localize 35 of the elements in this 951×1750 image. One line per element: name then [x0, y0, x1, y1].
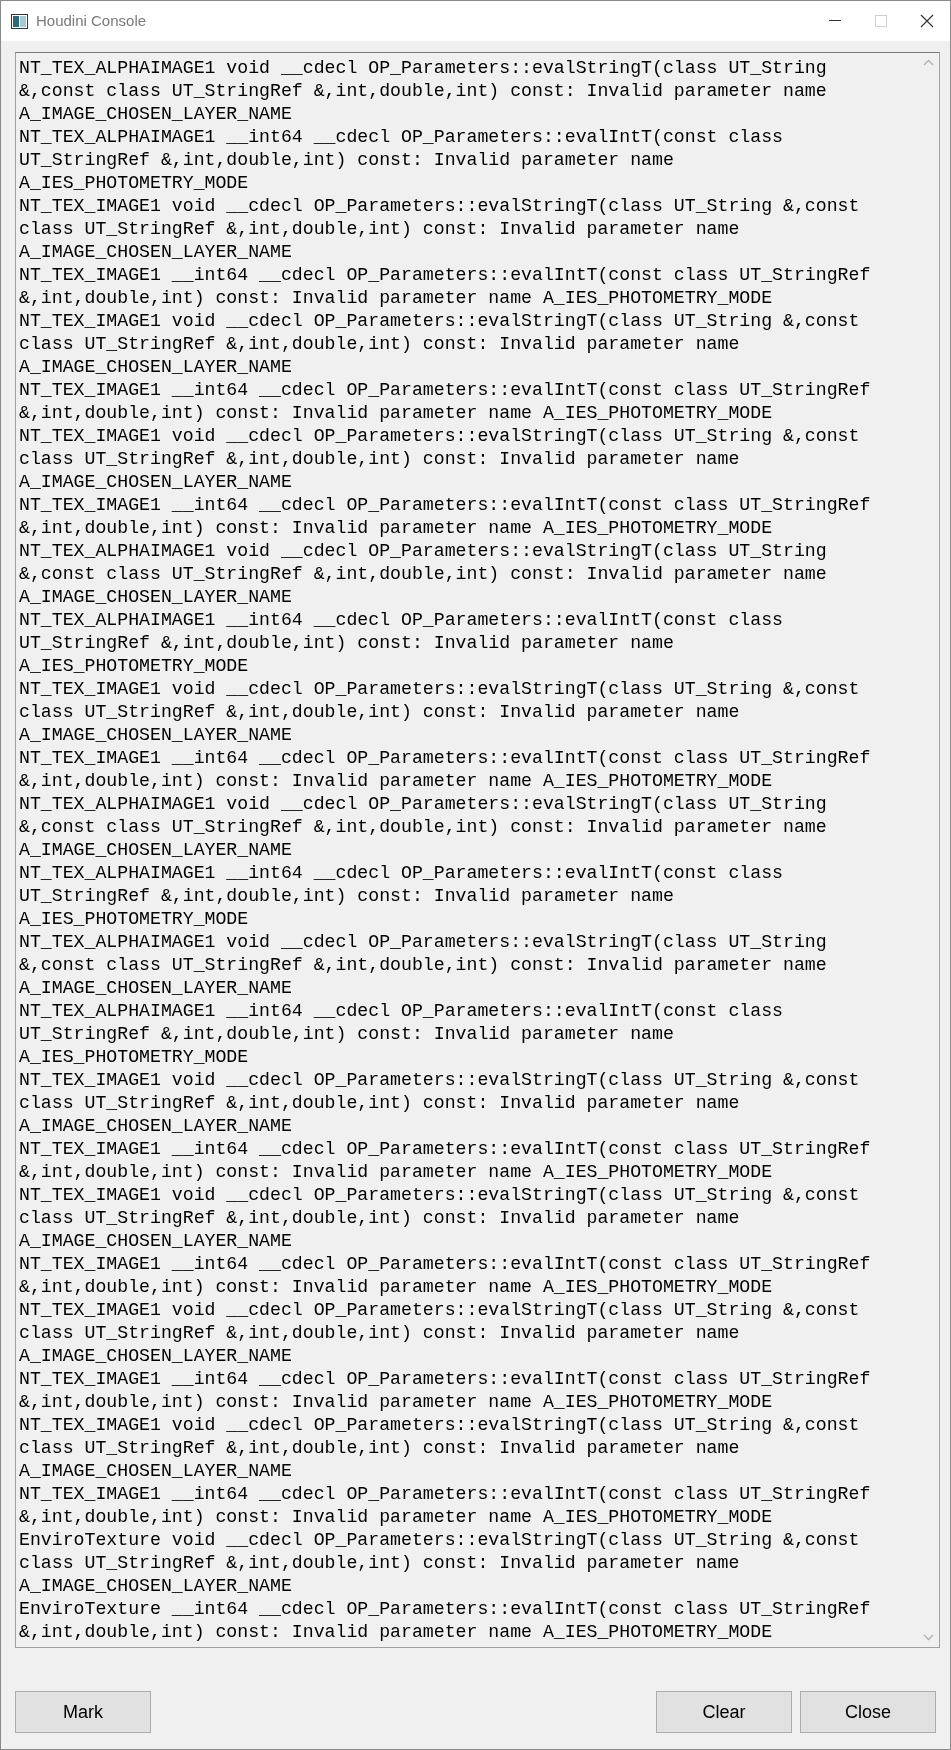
log-message: NT_TEX_IMAGE1 void __cdecl OP_Parameters::evalStringT(class UT_String &,const class UT_StringRef &,int,double,int) const: Invalid parameter name A_IMAGE_CHOSEN_LAYER_NAME: [19, 678, 861, 747]
log-message: NT_TEX_IMAGE1 __int64 __cdecl OP_Parameters::evalIntT(const class UT_StringRef &,int,double,int) const: Invalid parameter name A_IES_PHOTOMETRY_MODE: [19, 1138, 872, 1184]
minimize-icon[interactable]: [829, 20, 841, 22]
log-message: NT_TEX_IMAGE1 void __cdecl OP_Parameters::evalStringT(class UT_String &,const class UT_StringRef &,int,double,int) const: Invalid parameter name A_IMAGE_CHOSEN_LAYER_NAME: [19, 1069, 861, 1138]
log-message: NT_TEX_ALPHAIMAGE1 void __cdecl OP_Parameters::evalStringT(class UT_String &,const class UT_StringRef &,int,double,int) const: Invalid parameter name A_IMAGE_CHOSEN_LAYER_NAME: [19, 57, 828, 126]
log-message: NT_TEX_IMAGE1 __int64 __cdecl OP_Parameters::evalIntT(const class UT_StringRef &,int,double,int) const: Invalid parameter name A_IES_PHOTOMETRY_MODE: [19, 264, 872, 310]
scroll-down-icon[interactable]: [922, 1634, 934, 1641]
log-message: EnviroTexture __int64 __cdecl OP_Parameters::evalIntT(const class UT_StringRef &,int,double,int) const: Invalid parameter name A_IES_PHOTOMETRY_MODE: [19, 1598, 872, 1644]
dialog-button[interactable]: Mark: [15, 1691, 151, 1733]
log-message: NT_TEX_IMAGE1 __int64 __cdecl OP_Parameters::evalIntT(const class UT_StringRef &,int,double,int) const: Invalid parameter name A_IES_PHOTOMETRY_MODE: [19, 494, 872, 540]
log-message: NT_TEX_IMAGE1 void __cdecl OP_Parameters::evalStringT(class UT_String &,const class UT_StringRef &,int,double,int) const: Invalid parameter name A_IMAGE_CHOSEN_LAYER_NAME: [19, 1414, 861, 1483]
log-message: NT_TEX_ALPHAIMAGE1 __int64 __cdecl OP_Parameters::evalIntT(const class UT_StringRef &,int,double,int) const: Invalid parameter name A_IES_PHOTOMETRY_MODE: [19, 126, 784, 195]
log-message: NT_TEX_ALPHAIMAGE1 void __cdecl OP_Parameters::evalStringT(class UT_String &,const class UT_StringRef &,int,double,int) const: Invalid parameter name A_IMAGE_CHOSEN_LAYER_NAME: [19, 931, 828, 1000]
window-title: Houdini Console: [36, 10, 147, 31]
log-message: NT_TEX_ALPHAIMAGE1 __int64 __cdecl OP_Parameters::evalIntT(const class UT_StringRef &,int,double,int) const: Invalid parameter name A_IES_PHOTOMETRY_MODE: [19, 609, 784, 678]
scroll-up-icon[interactable]: [922, 59, 934, 66]
log-message: NT_TEX_IMAGE1 __int64 __cdecl OP_Parameters::evalIntT(const class UT_StringRef &,int,double,int) const: Invalid parameter name A_IES_PHOTOMETRY_MODE: [19, 1368, 872, 1414]
log-message: NT_TEX_ALPHAIMAGE1 void __cdecl OP_Parameters::evalStringT(class UT_String &,const class UT_StringRef &,int,double,int) const: Invalid parameter name A_IMAGE_CHOSEN_LAYER_NAME: [19, 793, 828, 862]
dialog-button[interactable]: Clear: [656, 1691, 792, 1733]
app-icon: [11, 13, 28, 29]
log-message: NT_TEX_ALPHAIMAGE1 void __cdecl OP_Parameters::evalStringT(class UT_String &,const class UT_StringRef &,int,double,int) const: Invalid parameter name A_IMAGE_CHOSEN_LAYER_NAME: [19, 540, 828, 609]
close-icon[interactable]: [920, 14, 934, 28]
log-message: NT_TEX_IMAGE1 __int64 __cdecl OP_Parameters::evalIntT(const class UT_StringRef &,int,double,int) const: Invalid parameter name A_IES_PHOTOMETRY_MODE: [19, 379, 872, 425]
log-message: NT_TEX_IMAGE1 void __cdecl OP_Parameters::evalStringT(class UT_String &,const class UT_StringRef &,int,double,int) const: Invalid parameter name A_IMAGE_CHOSEN_LAYER_NAME: [19, 425, 861, 494]
log-message: NT_TEX_IMAGE1 __int64 __cdecl OP_Parameters::evalIntT(const class UT_StringRef &,int,double,int) const: Invalid parameter name A_IES_PHOTOMETRY_MODE: [19, 1253, 872, 1299]
log-message: NT_TEX_IMAGE1 __int64 __cdecl OP_Parameters::evalIntT(const class UT_StringRef &,int,double,int) const: Invalid parameter name A_IES_PHOTOMETRY_MODE: [19, 747, 872, 793]
log-message: EnviroTexture void __cdecl OP_Parameters::evalStringT(class UT_String &,const class UT_StringRef &,int,double,int) const: Invalid parameter name A_IMAGE_CHOSEN_LAYER_NAME: [19, 1529, 861, 1598]
dialog-button[interactable]: Close: [800, 1691, 936, 1733]
log-message: NT_TEX_IMAGE1 void __cdecl OP_Parameters::evalStringT(class UT_String &,const class UT_StringRef &,int,double,int) const: Invalid parameter name A_IMAGE_CHOSEN_LAYER_NAME: [19, 195, 861, 264]
log-message: NT_TEX_IMAGE1 __int64 __cdecl OP_Parameters::evalIntT(const class UT_StringRef &,int,double,int) const: Invalid parameter name A_IES_PHOTOMETRY_MODE: [19, 1483, 872, 1529]
log-message: NT_TEX_IMAGE1 void __cdecl OP_Parameters::evalStringT(class UT_String &,const class UT_StringRef &,int,double,int) const: Invalid parameter name A_IMAGE_CHOSEN_LAYER_NAME: [19, 1299, 861, 1368]
log-message: NT_TEX_ALPHAIMAGE1 __int64 __cdecl OP_Parameters::evalIntT(const class UT_StringRef &,int,double,int) const: Invalid parameter name A_IES_PHOTOMETRY_MODE: [19, 1000, 784, 1069]
log-message: NT_TEX_ALPHAIMAGE1 __int64 __cdecl OP_Parameters::evalIntT(const class UT_StringRef &,int,double,int) const: Invalid parameter name A_IES_PHOTOMETRY_MODE: [19, 862, 784, 931]
log-message: NT_TEX_IMAGE1 void __cdecl OP_Parameters::evalStringT(class UT_String &,const class UT_StringRef &,int,double,int) const: Invalid parameter name A_IMAGE_CHOSEN_LAYER_NAME: [19, 310, 861, 379]
log-message: NT_TEX_IMAGE1 void __cdecl OP_Parameters::evalStringT(class UT_String &,const class UT_StringRef &,int,double,int) const: Invalid parameter name A_IMAGE_CHOSEN_LAYER_NAME: [19, 1184, 861, 1253]
